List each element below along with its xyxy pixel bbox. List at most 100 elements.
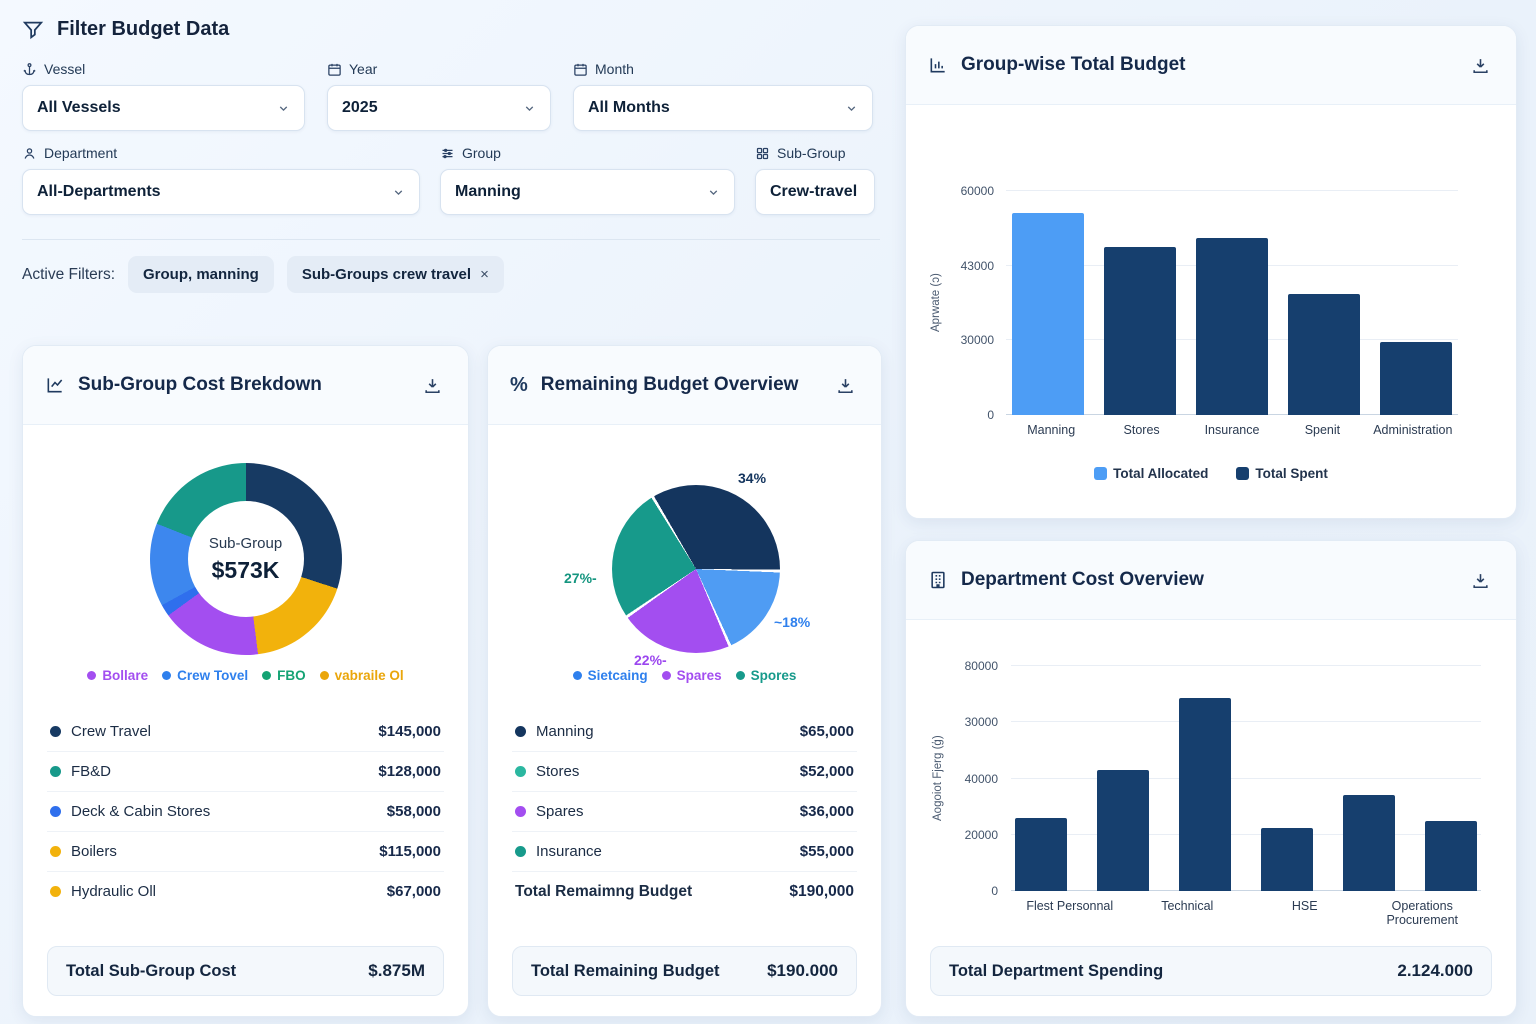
group-label-text: Group (462, 145, 501, 161)
row-value: $190,000 (789, 883, 854, 901)
row-value: $58,000 (387, 803, 441, 820)
department-select[interactable]: All-Departments (22, 169, 420, 215)
x-axis-label: HSE (1246, 899, 1364, 927)
list-item: Insurance$55,000 (512, 832, 857, 872)
remaining-total-label: Total Remaining Budget (531, 962, 720, 981)
group-card-header: Group-wise Total Budget (906, 26, 1516, 105)
bars (1011, 666, 1481, 891)
chevron-down-icon (845, 102, 858, 115)
donut-center-value: $573K (212, 557, 280, 584)
legend-label: Spares (677, 668, 722, 683)
plot-area (1011, 666, 1481, 891)
legend-label: FBO (277, 668, 306, 683)
row-left: Stores (515, 763, 579, 780)
row-value: $55,000 (800, 843, 854, 860)
subgroup-total-box: Total Sub-Group Cost $.875M (47, 946, 444, 996)
legend-marker (320, 671, 329, 680)
list-item: Total Remaimng Budget $190,000 (512, 872, 857, 912)
list-item: Stores $52,000 (512, 752, 857, 792)
legend-label: vabraile Ol (335, 668, 404, 683)
breakdown-chart-icon (45, 375, 65, 395)
list-item: Spares$36,000 (512, 792, 857, 832)
row-left: Total Remaimng Budget (515, 883, 692, 901)
legend-label: Crew Tovel (177, 668, 248, 683)
y-axis-title: Aprwate (ɔ) (930, 191, 942, 415)
legend-label: Bollare (102, 668, 148, 683)
download-icon (423, 376, 442, 395)
legend-label: Total Spent (1255, 466, 1328, 481)
group-select[interactable]: Manning (440, 169, 735, 215)
legend-item: Spores (736, 668, 797, 683)
row-dot (515, 726, 526, 737)
filter-field-year: Year 2025 (327, 61, 551, 131)
row-left: Hydraulic Oll (50, 883, 156, 900)
bar (1179, 698, 1231, 891)
remaining-budget-card: % Remaining Budget Overview 34% 27%- 22%… (487, 345, 882, 1017)
row-label: Deck & Cabin Stores (71, 803, 210, 820)
remaining-total-box: Total Remaining Budget $190.000 (512, 946, 857, 996)
year-label: Year (327, 61, 551, 77)
row-dot (50, 886, 61, 897)
list-item: Hydraulic Oll$67,000 (47, 872, 444, 911)
filter-chip-subgroup[interactable]: Sub-Groups crew travel × (287, 256, 504, 293)
remaining-total-value: $190.000 (767, 961, 838, 981)
download-icon (1471, 56, 1490, 75)
chevron-down-icon (277, 102, 290, 115)
chip-label: Group, manning (143, 266, 259, 283)
department-card-title: Department Cost Overview (961, 569, 1454, 591)
row-left: Crew Travel (50, 723, 151, 740)
active-filters-row: Active Filters: Group, manning Sub-Group… (22, 256, 880, 293)
bar (1261, 828, 1313, 891)
subgroup-select-value: Crew-travel (770, 183, 857, 201)
download-icon (1471, 571, 1490, 590)
legend-marker (87, 671, 96, 680)
year-select[interactable]: 2025 (327, 85, 551, 131)
chevron-down-icon (392, 186, 405, 199)
y-tick-label: 30000 (961, 333, 994, 347)
subgroup-legend: Bollare Crew Tovel FBO vabraile Ol (23, 668, 468, 683)
filter-chip-group[interactable]: Group, manning (128, 256, 274, 293)
row-value: $52,000 (800, 763, 854, 780)
remaining-budget-list: Manning$65,000Stores$52,000Spares$36,000… (512, 712, 857, 912)
month-select-value: All Months (588, 99, 670, 117)
y-tick-label: 43000 (961, 259, 994, 273)
department-cost-card: Department Cost Overview Aogoiot Fjerg (… (905, 540, 1517, 1017)
row-value: $36,000 (800, 803, 854, 820)
download-button[interactable] (1467, 567, 1494, 594)
remaining-pie-chart (612, 485, 780, 653)
legend-label: Sietcaing (588, 668, 648, 683)
group-card-title: Group-wise Total Budget (961, 54, 1454, 76)
list-item: Crew Travel $145,000 (47, 712, 444, 752)
funnel-icon (22, 19, 44, 41)
department-card-header: Department Cost Overview (906, 541, 1516, 620)
y-axis-title: Aogoiot Fjerg (ģ) (932, 666, 944, 891)
month-select[interactable]: All Months (573, 85, 873, 131)
close-icon[interactable]: × (480, 266, 489, 283)
row-dot (50, 726, 61, 737)
department-label-text: Department (44, 145, 117, 161)
remaining-card-header: % Remaining Budget Overview (488, 346, 881, 425)
download-button[interactable] (832, 372, 859, 399)
legend-item: Bollare (87, 668, 148, 683)
calendar-icon (327, 62, 342, 77)
row-dot (50, 766, 61, 777)
row-label: Crew Travel (71, 723, 151, 740)
bar (1288, 294, 1360, 415)
filter-panel-title: Filter Budget Data (57, 18, 229, 41)
download-button[interactable] (419, 372, 446, 399)
list-item: Deck & Cabin Stores $58,000 (47, 792, 444, 832)
group-budget-card: Group-wise Total Budget Aprwate (ɔ) 6000… (905, 25, 1517, 519)
x-axis-label: Technical (1129, 899, 1247, 927)
donut-center-label: Sub-Group (209, 535, 282, 552)
bar (1097, 770, 1149, 891)
download-button[interactable] (1467, 52, 1494, 79)
legend-item: Total Spent (1236, 466, 1328, 481)
group-label: Group (440, 145, 735, 161)
filter-field-department: Department All-Departments (22, 145, 420, 215)
y-tick-label: 60000 (961, 184, 994, 198)
subgroup-select[interactable]: Crew-travel (755, 169, 875, 215)
vessel-select[interactable]: All Vessels (22, 85, 305, 131)
row-value: $145,000 (378, 723, 441, 740)
vessel-icon (22, 62, 37, 77)
grid-icon (755, 146, 770, 161)
